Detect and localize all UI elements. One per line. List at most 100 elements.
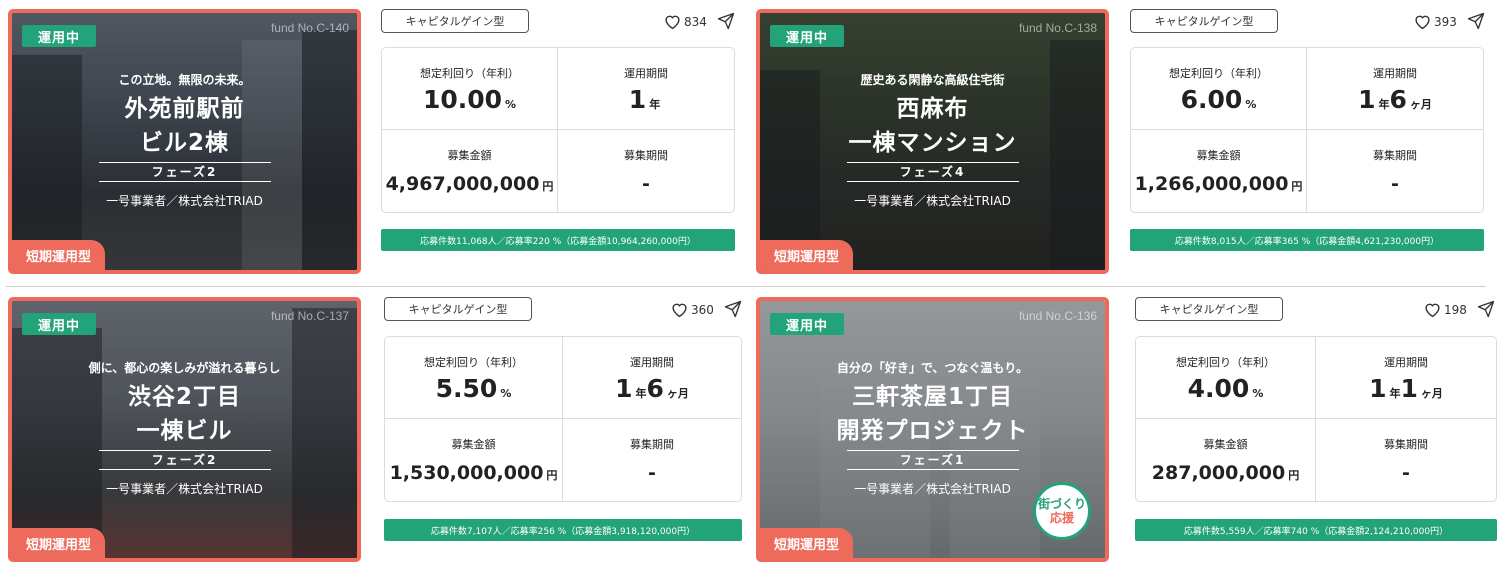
status-badge: 運用中 (22, 313, 96, 335)
application-stats-bar: 応募件数8,015人／応募率365 %（応募金額4,621,230,000円） (1130, 229, 1484, 251)
property-title: 外苑前駅前 ビル2棟 (12, 92, 357, 160)
share-icon[interactable] (1477, 300, 1495, 318)
recruit-cell: 募集期間 - (1316, 419, 1496, 501)
recruit-label: 募集期間 (1384, 438, 1428, 451)
fund-stats-grid: 想定利回り（年利） 6.00% 運用期間 1 年6 ヶ月 募集金額 1,266,00… (1130, 47, 1484, 213)
application-stats-bar: 応募件数7,107人／応募率256 %（応募金額3,918,120,000円） (384, 519, 742, 541)
period-label: 運用期間 (1373, 67, 1417, 80)
fund-number: fund No.C-140 (270, 21, 349, 35)
fund-image-card[interactable]: 運用中 fund No.C-137 側に、都心の楽しみが溢れる暮らし 渋谷2丁目… (8, 297, 361, 562)
period-value: 1 年6 ヶ月 (615, 374, 689, 403)
fund-type-badge: キャピタルゲイン型 (1135, 297, 1283, 321)
card-caption: この立地。無限の未来。 外苑前駅前 ビル2棟 フェーズ2 一号事業者／株式会社T… (12, 71, 357, 209)
title-line-2: 一棟マンション (848, 130, 1017, 156)
yield-label: 想定利回り（年利） (420, 67, 519, 80)
card-caption: 自分の「好き」で、つなぐ温もり。 三軒茶屋1丁目 開発プロジェクト フェーズ1 … (760, 359, 1105, 497)
period-value: 1 年6 ヶ月 (1358, 85, 1432, 114)
amount-value: 1,530,000,000 円 (389, 462, 558, 484)
heart-icon (1415, 15, 1430, 30)
operator-text: 一号事業者／株式会社TRIAD (106, 194, 263, 208)
amount-value: 4,967,000,000 円 (385, 173, 554, 195)
machizukuri-logo: 街づくり 応援 (1033, 482, 1091, 540)
application-stats-bar: 応募件数11,068人／応募率220 %（応募金額10,964,260,000円… (381, 229, 735, 251)
fund-number: fund No.C-138 (1018, 21, 1097, 35)
share-icon[interactable] (1467, 12, 1485, 30)
title-line-2: 一棟ビル (136, 418, 233, 444)
amount-label: 募集金額 (447, 149, 492, 162)
period-value: 1 年1 ヶ月 (1369, 374, 1443, 403)
yield-cell: 想定利回り（年利） 4.00% (1136, 337, 1316, 419)
recruit-value: - (648, 462, 656, 484)
title-line-1: 西麻布 (896, 96, 969, 122)
share-icon[interactable] (717, 12, 735, 30)
yield-value: 10.00% (422, 85, 517, 114)
phase-label: フェーズ4 (846, 162, 1019, 182)
period-cell: 運用期間 1 年6 ヶ月 (563, 337, 741, 419)
recruit-label: 募集期間 (624, 149, 668, 162)
card-caption: 歴史ある閑静な高級住宅街 西麻布 一棟マンション フェーズ4 一号事業者／株式会… (760, 71, 1105, 209)
yield-value: 6.00% (1180, 85, 1257, 114)
property-title: 三軒茶屋1丁目 開発プロジェクト (760, 380, 1105, 448)
fund-image-card[interactable]: 運用中 fund No.C-136 自分の「好き」で、つなぐ温もり。 三軒茶屋1… (756, 297, 1109, 562)
period-label: 運用期間 (630, 356, 674, 369)
recruit-cell: 募集期間 - (1307, 130, 1483, 212)
term-badge: 短期運用型 (760, 528, 853, 558)
amount-cell: 募集金額 4,967,000,000 円 (382, 130, 558, 212)
yield-label: 想定利回り（年利） (424, 356, 523, 369)
tagline: 側に、都心の楽しみが溢れる暮らし (88, 361, 281, 375)
period-cell: 運用期間 1 年6 ヶ月 (1307, 48, 1483, 130)
like-count: 198 (1444, 303, 1467, 317)
fund-type-badge: キャピタルゲイン型 (1130, 9, 1278, 33)
amount-value: 1,266,000,000 円 (1134, 173, 1303, 195)
fund-image-card[interactable]: 運用中 fund No.C-138 歴史ある閑静な高級住宅街 西麻布 一棟マンシ… (756, 9, 1109, 274)
title-line-2: ビル2棟 (139, 130, 229, 156)
amount-label: 募集金額 (1196, 149, 1241, 162)
yield-value: 5.50% (435, 374, 512, 403)
phase-label: フェーズ2 (98, 162, 271, 182)
operator-text: 一号事業者／株式会社TRIAD (106, 482, 263, 496)
like-button[interactable]: 198 (1424, 302, 1467, 318)
amount-label: 募集金額 (1203, 438, 1248, 451)
amount-cell: 募集金額 1,266,000,000 円 (1131, 130, 1307, 212)
fund-stats-grid: 想定利回り（年利） 5.50% 運用期間 1 年6 ヶ月 募集金額 1,530,00… (384, 336, 742, 502)
fund-type-badge: キャピタルゲイン型 (384, 297, 532, 321)
operator-text: 一号事業者／株式会社TRIAD (854, 194, 1011, 208)
yield-cell: 想定利回り（年利） 6.00% (1131, 48, 1307, 130)
fund-image-card[interactable]: 運用中 fund No.C-140 この立地。無限の未来。 外苑前駅前 ビル2棟… (8, 9, 361, 274)
like-count: 834 (684, 15, 707, 29)
phase-label: フェーズ1 (846, 450, 1019, 470)
title-line-1: 渋谷2丁目 (127, 384, 241, 410)
yield-label: 想定利回り（年利） (1169, 67, 1268, 80)
like-button[interactable]: 393 (1414, 14, 1457, 30)
recruit-label: 募集期間 (1373, 149, 1417, 162)
term-badge: 短期運用型 (760, 240, 853, 270)
term-badge: 短期運用型 (12, 528, 105, 558)
like-button[interactable]: 360 (671, 302, 714, 318)
amount-label: 募集金額 (451, 438, 496, 451)
recruit-cell: 募集期間 - (563, 419, 741, 501)
term-badge: 短期運用型 (12, 240, 105, 270)
period-value: 1年 (628, 85, 661, 114)
recruit-value: - (1402, 462, 1410, 484)
heart-icon (665, 15, 680, 30)
fund-number: fund No.C-136 (1018, 309, 1097, 323)
heart-icon (672, 303, 687, 318)
row-divider (6, 286, 1486, 287)
like-button[interactable]: 834 (664, 14, 707, 30)
tagline: 歴史ある閑静な高級住宅街 (860, 73, 1005, 87)
property-title: 渋谷2丁目 一棟ビル (12, 380, 357, 448)
yield-cell: 想定利回り（年利） 10.00% (382, 48, 558, 130)
heart-icon (1425, 303, 1440, 318)
amount-value: 287,000,000 円 (1151, 462, 1300, 484)
fund-number: fund No.C-137 (270, 309, 349, 323)
recruit-label: 募集期間 (630, 438, 674, 451)
share-icon[interactable] (724, 300, 742, 318)
fund-type-badge: キャピタルゲイン型 (381, 9, 529, 33)
recruit-value: - (1391, 173, 1399, 195)
tagline: この立地。無限の未来。 (118, 73, 251, 87)
property-title: 西麻布 一棟マンション (760, 92, 1105, 160)
period-label: 運用期間 (1384, 356, 1428, 369)
application-stats-bar: 応募件数5,559人／応募率740 %（応募金額2,124,210,000円） (1135, 519, 1497, 541)
period-cell: 運用期間 1年 (558, 48, 734, 130)
like-count: 360 (691, 303, 714, 317)
